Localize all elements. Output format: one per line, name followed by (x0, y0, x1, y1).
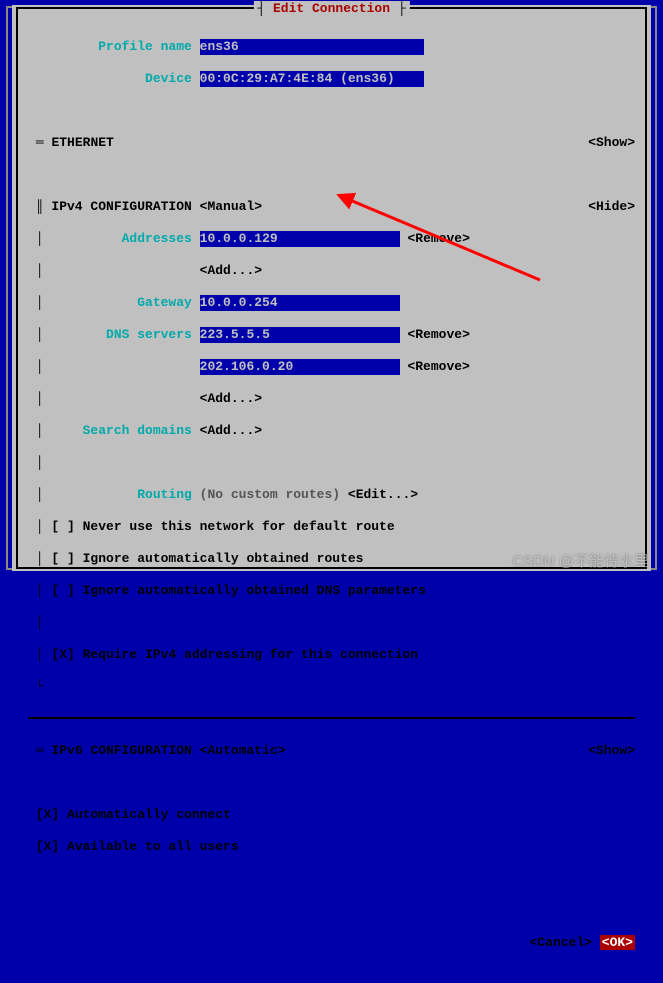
search-domains-label: Search domains (83, 423, 192, 438)
divider (28, 717, 635, 719)
cb-require-ipv4[interactable]: [X] Require IPv4 addressing for this con… (51, 647, 418, 662)
ok-button[interactable]: <OK> (600, 935, 635, 950)
routing-summary: (No custom routes) (200, 487, 340, 502)
profile-name-label (28, 39, 98, 54)
cb-ignore-dns[interactable]: [ ] Ignore automatically obtained DNS pa… (51, 583, 425, 598)
address-add-button[interactable]: <Add...> (200, 263, 262, 278)
ethernet-section: ═ ETHERNET (28, 135, 114, 150)
device-label (28, 71, 145, 86)
cb-available-all[interactable]: [X] Available to all users (36, 839, 239, 854)
dns-add-button[interactable]: <Add...> (200, 391, 262, 406)
ethernet-show-button[interactable]: <Show> (588, 135, 635, 150)
device-field[interactable]: 00:0C:29:A7:4E:84 (ens36) (200, 71, 424, 87)
routing-edit-button[interactable]: <Edit...> (348, 487, 418, 502)
gateway-field[interactable]: 10.0.0.254 (200, 295, 400, 311)
cancel-button[interactable]: <Cancel> (530, 935, 592, 950)
ipv6-show-button[interactable]: <Show> (588, 743, 635, 758)
address-0-field[interactable]: 10.0.0.129 (200, 231, 400, 247)
ipv4-section: ║ IPv4 CONFIGURATION (28, 199, 192, 214)
edit-connection-dialog: ┤ Edit Connection ├ Profile name ens36 D… (12, 5, 651, 571)
address-0-remove-button[interactable]: <Remove> (407, 231, 469, 246)
ipv4-mode-select[interactable]: <Manual> (200, 199, 262, 214)
search-domains-add-button[interactable]: <Add...> (200, 423, 262, 438)
cb-auto-connect[interactable]: [X] Automatically connect (36, 807, 231, 822)
dns-1-field[interactable]: 202.106.0.20 (200, 359, 400, 375)
dns-0-field[interactable]: 223.5.5.5 (200, 327, 400, 343)
routing-label: Routing (137, 487, 192, 502)
ipv6-section: ═ IPv6 CONFIGURATION (28, 743, 192, 758)
dns-label: DNS servers (106, 327, 192, 342)
gateway-label: Gateway (137, 295, 192, 310)
ipv6-mode-select[interactable]: <Automatic> (200, 743, 286, 758)
cb-ignore-routes[interactable]: [ ] Ignore automatically obtained routes (51, 551, 363, 566)
profile-name-field[interactable]: ens36 (200, 39, 424, 55)
addresses-label: Addresses (122, 231, 192, 246)
cb-never-default[interactable]: [ ] Never use this network for default r… (51, 519, 394, 534)
watermark: CSDN @不能待水里 (512, 554, 649, 570)
dns-0-remove-button[interactable]: <Remove> (407, 327, 469, 342)
dns-1-remove-button[interactable]: <Remove> (407, 359, 469, 374)
ipv4-hide-button[interactable]: <Hide> (588, 199, 635, 214)
dialog-title: ┤ Edit Connection ├ (253, 1, 409, 17)
